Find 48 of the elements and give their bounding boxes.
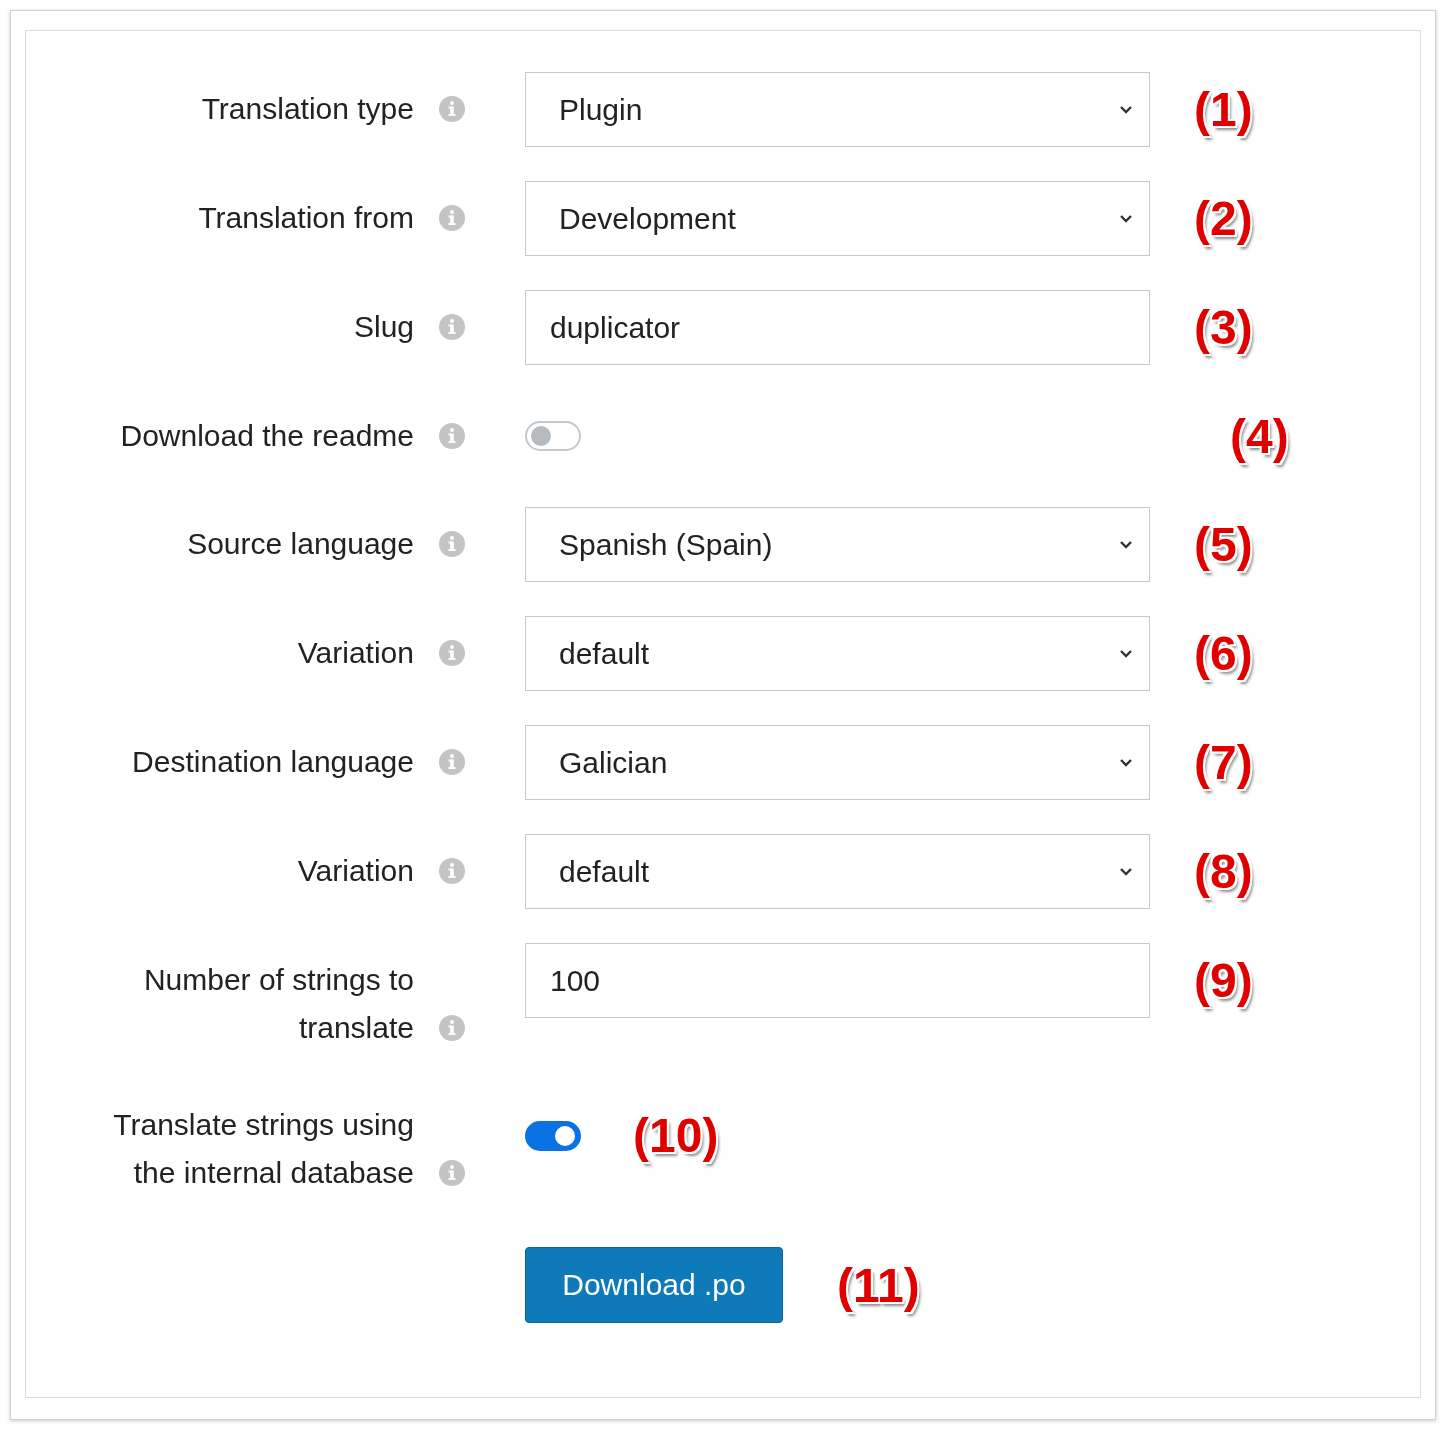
info-icon[interactable] (439, 531, 465, 557)
toggle-switch[interactable] (525, 1120, 581, 1151)
annotation-number: (1) (1194, 82, 1253, 137)
annotation-number: (2) (1194, 191, 1253, 246)
annotation-number: (6) (1194, 626, 1253, 681)
dropdown-field[interactable]: default (525, 616, 1150, 691)
annotation-number: (8) (1194, 844, 1253, 899)
annotation-number: (3) (1194, 300, 1253, 355)
dropdown-field[interactable]: Plugin (525, 72, 1150, 147)
chevron-down-icon (1119, 104, 1133, 115)
field-label: Variation (297, 853, 414, 889)
info-icon[interactable] (439, 858, 465, 884)
field-label: Destination language (132, 744, 414, 780)
chevron-down-icon (1119, 757, 1133, 768)
input-field[interactable]: 100 (525, 943, 1150, 1018)
annotation-number: (9) (1194, 953, 1253, 1008)
info-icon[interactable] (439, 96, 465, 122)
dropdown-field[interactable]: Galician (525, 725, 1150, 800)
annotation-number: (5) (1194, 517, 1253, 572)
chevron-down-icon (1119, 213, 1133, 224)
info-icon[interactable] (439, 1160, 465, 1186)
field-label: Number of strings to translate (142, 962, 414, 1046)
info-icon[interactable] (439, 640, 465, 666)
annotation-number: (7) (1194, 735, 1253, 790)
annotation-number: (4) (1230, 408, 1289, 464)
annotation-number: (11) (837, 1257, 920, 1313)
field-label: Translation type (201, 91, 414, 127)
dropdown-field[interactable]: Spanish (Spain) (525, 507, 1150, 582)
field-label: Download the readme (120, 418, 414, 454)
info-icon[interactable] (439, 314, 465, 340)
chevron-down-icon (1119, 648, 1133, 659)
dropdown-field[interactable]: default (525, 834, 1150, 909)
field-label: Translation from (198, 200, 414, 236)
input-field[interactable]: duplicator (525, 290, 1150, 365)
field-label: Source language (187, 526, 414, 562)
field-label: Slug (353, 309, 414, 345)
field-label: Translate strings using the internal database (112, 1107, 414, 1191)
info-icon[interactable] (439, 1015, 465, 1041)
info-icon[interactable] (439, 749, 465, 775)
toggle-switch[interactable] (525, 421, 581, 451)
field-label: Variation (297, 635, 414, 671)
download-button[interactable]: Download .po (525, 1247, 783, 1323)
info-icon[interactable] (439, 423, 465, 449)
annotation-number: (10) (633, 1108, 719, 1163)
chevron-down-icon (1119, 866, 1133, 877)
dropdown-field[interactable]: Development (525, 181, 1150, 256)
chevron-down-icon (1119, 539, 1133, 550)
info-icon[interactable] (439, 205, 465, 231)
